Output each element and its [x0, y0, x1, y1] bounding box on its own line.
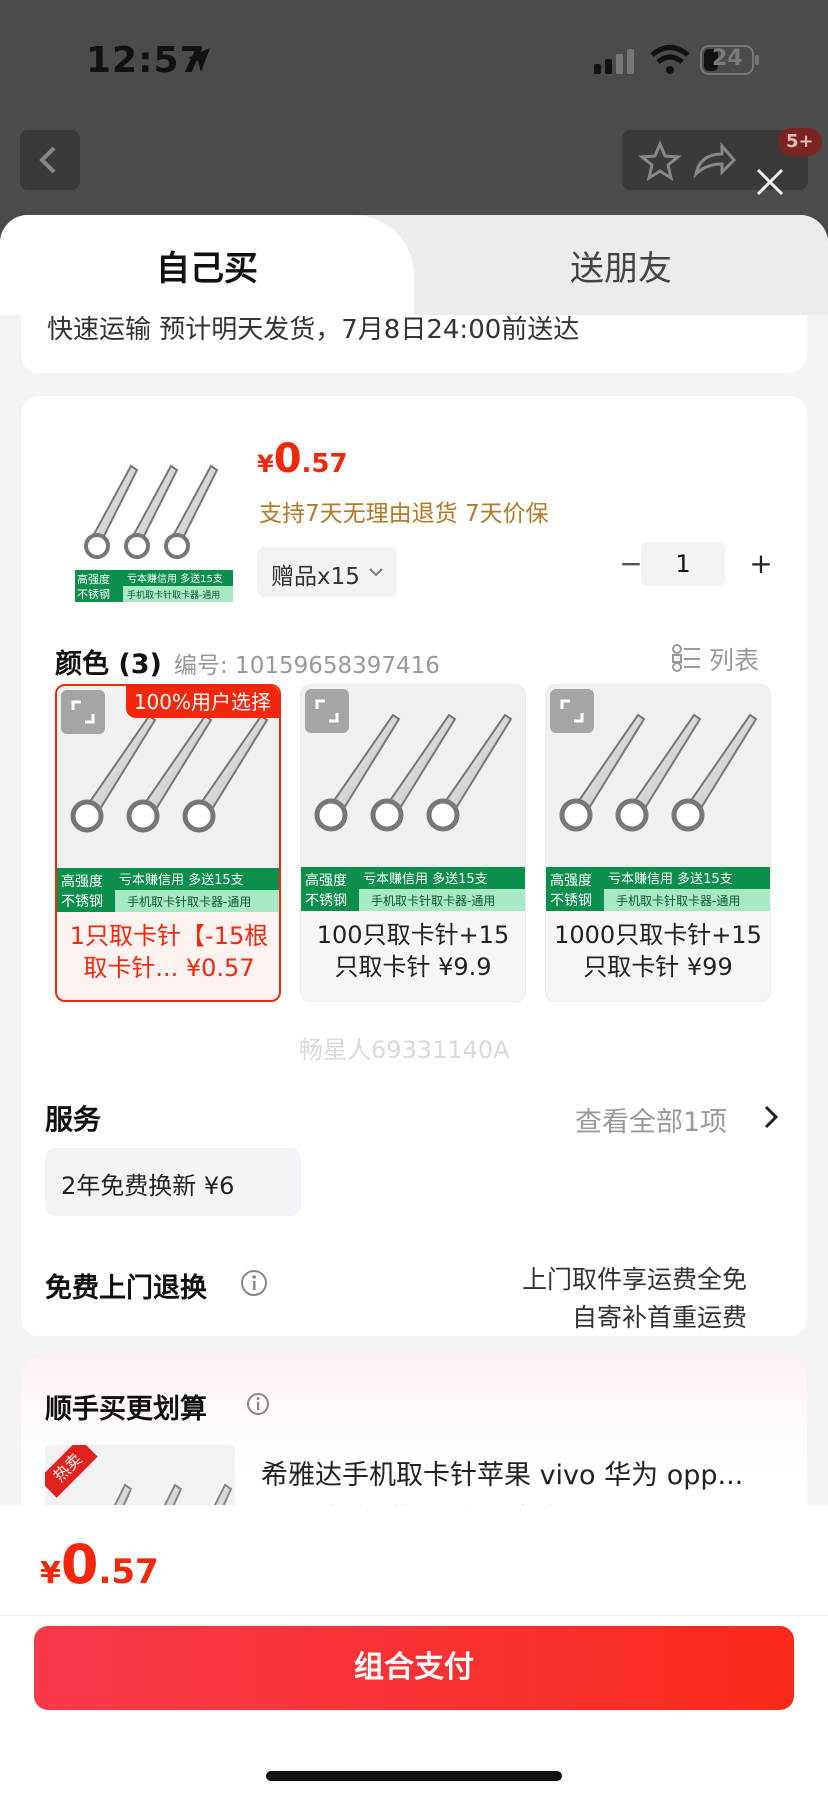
- watermark: 畅星人69331140A: [299, 1036, 510, 1064]
- return-pickup-text: 上门取件享运费全免: [521, 1265, 747, 1294]
- svg-text:亏本赚信用 多送15支: 亏本赚信用 多送15支: [127, 572, 223, 585]
- quantity-increase-button[interactable]: +: [741, 544, 781, 584]
- svg-text:不锈钢: 不锈钢: [77, 588, 110, 601]
- total-price: ¥0.57: [40, 1533, 159, 1596]
- variant-name: 1只取卡针【-15根取卡针... ¥0.57: [69, 922, 269, 982]
- product-options-card: 高强度 不锈钢 亏本赚信用 多送15支 手机取卡针取卡器-通用 ¥0.57 支持…: [21, 396, 807, 1336]
- svg-text:不锈钢: 不锈钢: [550, 893, 592, 909]
- svg-text:手机取卡针取卡器-通用: 手机取卡针取卡器-通用: [371, 893, 495, 908]
- info-icon[interactable]: [245, 1391, 271, 1417]
- combined-pay-button[interactable]: 组合支付: [34, 1626, 794, 1710]
- gift-dropdown[interactable]: 赠品x15: [257, 547, 397, 597]
- divider: [0, 1615, 828, 1616]
- svg-text:手机取卡针取卡器-通用: 手机取卡针取卡器-通用: [127, 894, 251, 909]
- chevron-down-icon: [369, 568, 383, 577]
- expand-icon[interactable]: [305, 689, 349, 733]
- product-thumbnail[interactable]: 高强度 不锈钢 亏本赚信用 多送15支 手机取卡针取卡器-通用: [61, 426, 237, 602]
- gift-label: 赠品x15: [271, 564, 360, 590]
- service-option-label: 2年免费换新 ¥6: [61, 1172, 235, 1200]
- tab-buy-for-self[interactable]: 自己买: [0, 241, 414, 290]
- view-all-services-link[interactable]: 查看全部1项: [575, 1100, 727, 1139]
- status-bar: 12:57 24: [0, 0, 828, 120]
- service-option-chip[interactable]: 2年免费换新 ¥6: [45, 1148, 301, 1216]
- location-arrow-icon: [188, 48, 210, 72]
- svg-text:手机取卡针取卡器-通用: 手机取卡针取卡器-通用: [616, 893, 740, 908]
- service-title: 服务: [45, 1103, 102, 1136]
- svg-text:不锈钢: 不锈钢: [305, 893, 347, 909]
- shipping-estimate: 快速运输 预计明天发货，7月8日24:00前送达: [47, 315, 580, 345]
- sku-number: 编号: 10159658397416: [174, 653, 440, 679]
- list-view-icon[interactable]: [672, 644, 702, 672]
- cellular-signal-icon: [594, 49, 634, 74]
- popular-choice-badge: 100%用户选择: [125, 686, 279, 718]
- shipping-card: 快速运输 预计明天发货，7月8日24:00前送达: [21, 315, 807, 373]
- chevron-right-icon[interactable]: [761, 1104, 781, 1130]
- return-guarantee: 支持7天无理由退货 7天价保: [259, 501, 549, 527]
- svg-text:手机取卡针取卡器-通用: 手机取卡针取卡器-通用: [127, 589, 220, 601]
- addon-title: 顺手买更划算: [45, 1394, 207, 1425]
- svg-text:亏本赚信用 多送15支: 亏本赚信用 多送15支: [363, 871, 488, 887]
- svg-text:不锈钢: 不锈钢: [61, 894, 103, 910]
- addon-product-title[interactable]: 希雅达手机取卡针苹果 vivo 华为 opp...: [261, 1453, 791, 1492]
- checkout-bar: ¥0.57 组合支付: [0, 1505, 828, 1796]
- unit-price: ¥0.57: [257, 436, 348, 482]
- info-icon[interactable]: [239, 1268, 269, 1298]
- back-button[interactable]: [20, 130, 80, 190]
- svg-text:高强度: 高强度: [305, 872, 347, 889]
- tab-bar: 自己买 送朋友: [0, 215, 828, 315]
- battery-percent: 24: [712, 46, 743, 71]
- svg-text:亏本赚信用 多送15支: 亏本赚信用 多送15支: [608, 871, 733, 887]
- list-view-label[interactable]: 列表: [709, 641, 759, 677]
- wifi-icon: [650, 45, 690, 74]
- message-count-badge: 5+: [778, 128, 822, 156]
- color-variant-option[interactable]: 高强度 不锈钢 亏本赚信用 多送15支 手机取卡针取卡器-通用 100只取卡针+…: [300, 684, 526, 1002]
- svg-text:高强度: 高强度: [77, 572, 110, 586]
- variant-name: 1000只取卡针+15只取卡针 ¥99: [554, 921, 762, 981]
- home-indicator: [266, 1771, 562, 1781]
- svg-text:高强度: 高强度: [61, 873, 103, 890]
- svg-text:亏本赚信用 多送15支: 亏本赚信用 多送15支: [119, 872, 244, 888]
- svg-text:高强度: 高强度: [550, 872, 592, 889]
- color-variant-option[interactable]: 高强度 不锈钢 亏本赚信用 多送15支 手机取卡针取卡器-通用 100%用户选择…: [55, 684, 281, 1002]
- color-section-title: 颜色 (3): [55, 649, 162, 680]
- tab-gift-to-friend[interactable]: 送朋友: [414, 241, 828, 290]
- close-icon[interactable]: [754, 166, 786, 198]
- color-variant-option[interactable]: 高强度 不锈钢 亏本赚信用 多送15支 手机取卡针取卡器-通用 1000只取卡针…: [545, 684, 771, 1002]
- free-return-title: 免费上门退换: [45, 1273, 207, 1304]
- star-icon[interactable]: [630, 130, 690, 190]
- return-self-ship-text: 自寄补首重运费: [571, 1303, 747, 1332]
- quantity-input[interactable]: 1: [641, 542, 725, 586]
- variant-name: 100只取卡针+15只取卡针 ¥9.9: [316, 921, 510, 981]
- share-icon[interactable]: [684, 130, 744, 190]
- chevron-left-icon: [39, 146, 56, 174]
- expand-icon[interactable]: [550, 689, 594, 733]
- expand-icon[interactable]: [61, 690, 105, 734]
